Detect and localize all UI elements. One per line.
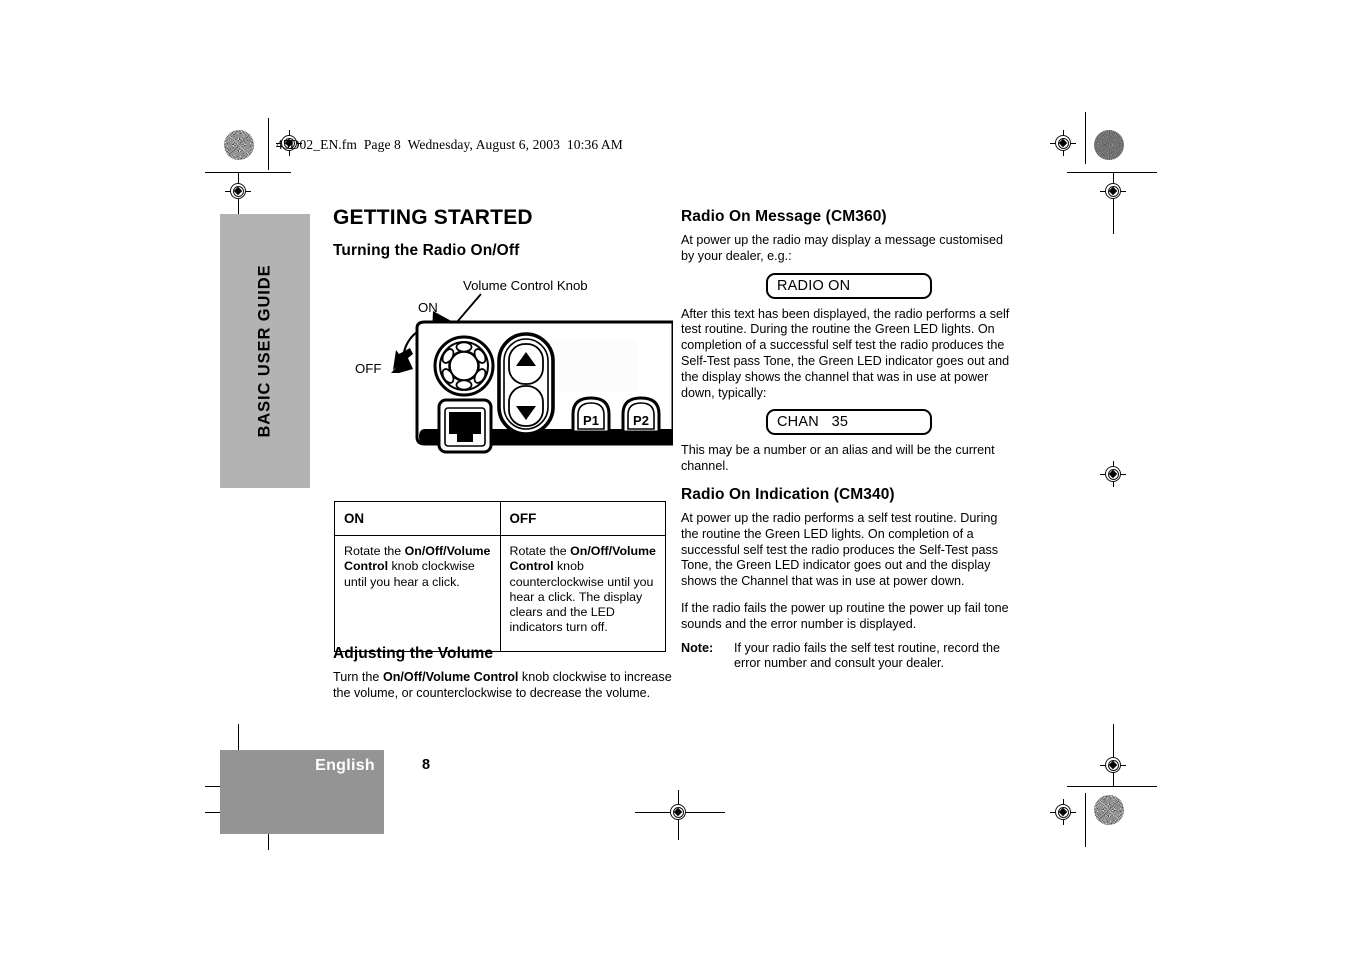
- registration-target-right-top: [1050, 130, 1076, 156]
- radio-lcd-area: [549, 340, 637, 392]
- p1-button-label: P1: [583, 413, 599, 428]
- heading-radio-on-indication: Radio On Indication (CM340): [681, 485, 895, 503]
- adjusting-volume-paragraph: Turn the On/Off/Volume Control knob cloc…: [333, 670, 673, 702]
- note-block: Note: If your radio fails the self test …: [681, 641, 1017, 673]
- heading-turning-radio-on-off: Turning the Radio On/Off: [333, 242, 520, 259]
- crop-mark-line-bottom-right-edge: [1085, 793, 1086, 847]
- radio-illustration: Volume Control Knob ON OFF P1 P2: [333, 272, 673, 492]
- adjusting-volume-section: Adjusting the Volume Turn the On/Off/Vol…: [333, 645, 673, 713]
- p1-button-graphic: P1: [571, 396, 611, 434]
- radio-on-message-paragraph-3: This may be a number or an alias and wil…: [681, 443, 995, 474]
- lcd-display-chan: CHAN 35: [766, 409, 932, 436]
- p2-button-graphic: P2: [621, 396, 661, 434]
- left-column: GETTING STARTED Turning the Radio On/Off: [333, 206, 669, 267]
- table-row: Rotate the On/Off/Volume Control knob cl…: [334, 535, 666, 653]
- on-off-instruction-table: ON OFF Rotate the On/Off/Volume Control …: [334, 500, 666, 653]
- channel-rocker-graphic: [497, 332, 555, 436]
- note-label: Note:: [681, 640, 714, 655]
- side-tab-label: BASIC USER GUIDE: [255, 264, 274, 438]
- table-header-on: ON: [334, 500, 501, 537]
- volume-knob-graphic: [433, 335, 495, 397]
- footer-page-number: 8: [422, 757, 431, 773]
- off-text-prefix: Rotate the: [509, 544, 571, 559]
- table-header-off: OFF: [499, 500, 666, 537]
- crop-mark-line-bottom-right: [1067, 786, 1157, 787]
- heading-adjusting-the-volume: Adjusting the Volume: [333, 645, 494, 662]
- radio-on-message-paragraph-1: At power up the radio may display a mess…: [681, 233, 1004, 263]
- table-header-row: ON OFF: [334, 500, 666, 537]
- halftone-density-patch-top-right: [1094, 130, 1124, 160]
- registration-target-right-bottom: [1100, 752, 1126, 778]
- halftone-density-patch-bottom-right: [1094, 795, 1124, 825]
- on-text-prefix: Rotate the: [344, 544, 405, 559]
- registration-target-right-header: [1100, 178, 1126, 204]
- chan-display-wrap: CHAN 35: [681, 409, 1017, 443]
- radio-on-message-paragraph-2: After this text has been displayed, the …: [681, 306, 1010, 400]
- adjust-text-bold: On/Off/Volume Control: [382, 670, 519, 684]
- file-header-text: 45D02_EN.fm Page 8 Wednesday, August 6, …: [276, 137, 623, 152]
- radio-front-panel-drawing: P1 P2: [391, 293, 673, 454]
- registration-target-left-top: [225, 178, 251, 204]
- crop-mark-line-top-left: [205, 172, 291, 173]
- registration-target-right-middle: [1100, 461, 1126, 487]
- right-column: Radio On Message (CM360) At power up the…: [681, 208, 1017, 672]
- adjust-text-prefix: Turn the: [333, 670, 383, 684]
- crop-mark-line-top-right-edge: [1085, 112, 1086, 164]
- note-text: If your radio fails the self test routin…: [734, 640, 1000, 671]
- registration-target-bottom-right: [1050, 799, 1076, 825]
- radio-on-display-wrap: RADIO ON: [681, 272, 1017, 307]
- crop-mark-line-top-right: [1067, 172, 1157, 173]
- page-title: GETTING STARTED: [333, 206, 533, 229]
- p2-button-label: P2: [633, 413, 649, 428]
- side-tab-basic-user-guide: BASIC USER GUIDE: [220, 214, 310, 488]
- accessory-connector-graphic: [437, 398, 493, 454]
- table-cell-on-instructions: Rotate the On/Off/Volume Control knob cl…: [334, 535, 501, 653]
- heading-radio-on-message: Radio On Message (CM360): [681, 208, 887, 225]
- halftone-density-patch-top-left: [224, 130, 254, 160]
- table-cell-off-instructions: Rotate the On/Off/Volume Control knob co…: [499, 535, 666, 653]
- radio-on-indication-paragraph-1: At power up the radio performs a self te…: [681, 510, 999, 589]
- registration-target-bottom-center: [665, 799, 691, 825]
- radio-on-indication-paragraph-2: If the radio fails the power up routine …: [681, 600, 1009, 631]
- crop-mark-line-header-divider: [268, 118, 269, 170]
- lcd-display-radio-on: RADIO ON: [766, 272, 932, 299]
- footer-language-label: English: [315, 757, 375, 774]
